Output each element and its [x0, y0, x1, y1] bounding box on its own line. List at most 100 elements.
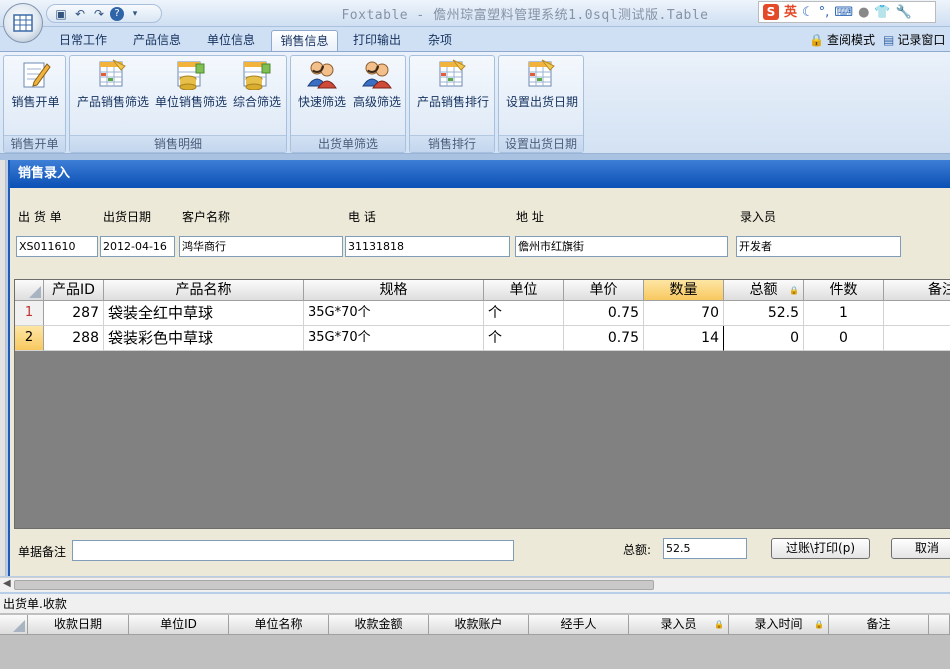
col-header-unit-price[interactable]: 单价 [564, 280, 644, 301]
help-icon[interactable]: ? [110, 6, 124, 21]
db-sheet-icon [177, 61, 205, 90]
cell-unit[interactable]: 个 [484, 301, 564, 326]
sales-order-label: 销售开单 [11, 95, 60, 109]
col-header-handler[interactable]: 经手人 [529, 615, 629, 635]
customize-icon[interactable]: ▾ [127, 6, 143, 21]
col-header-unit-name[interactable]: 单位名称 [229, 615, 329, 635]
ship-date-field[interactable]: 2012-04-16 [100, 236, 175, 257]
group-sales-detail: 产品销售筛选 单位销售筛选 综合筛选 销售明细 [69, 55, 287, 153]
post-print-button[interactable]: 过账\打印(p) [771, 538, 870, 559]
tab-print-output[interactable]: 打印输出 [344, 30, 410, 51]
group-sales-order: 销售开单 销售开单 [3, 55, 66, 153]
cell-pieces[interactable]: 0 [804, 326, 884, 351]
cell-product-name[interactable]: 袋装全红中草球 [104, 301, 304, 326]
row-number[interactable]: 1 [15, 301, 44, 326]
cell-spec[interactable]: 35G*70个 [304, 326, 484, 351]
cell-quantity[interactable]: 70 [644, 301, 724, 326]
tab-daily-work[interactable]: 日常工作 [50, 30, 116, 51]
ime-mode-label[interactable]: 英 [784, 6, 797, 19]
total-field[interactable]: 52.5 [663, 538, 747, 559]
col-header-pieces[interactable]: 件数 [804, 280, 884, 301]
skin-icon[interactable]: 👕 [874, 6, 890, 19]
quick-filter-button[interactable]: 快速筛选 [294, 58, 350, 114]
cell-pieces[interactable]: 1 [804, 301, 884, 326]
col-header-remark[interactable]: 备注 [884, 280, 950, 301]
unit-sales-filter-button[interactable]: 单位销售筛选 [154, 58, 228, 114]
tab-misc[interactable]: 杂项 [420, 30, 460, 51]
cell-remark[interactable] [884, 301, 950, 326]
user-icon[interactable]: ● [858, 6, 869, 19]
product-sales-ranking-button[interactable]: 产品销售排行 [413, 58, 493, 114]
memo-field[interactable] [72, 540, 514, 561]
horizontal-scrollbar[interactable]: ◀ [0, 577, 950, 592]
cell-product-id[interactable]: 288 [44, 326, 104, 351]
cell-product-name[interactable]: 袋装彩色中草球 [104, 326, 304, 351]
col-header-remark[interactable]: 备注 [829, 615, 929, 635]
tab-product-info[interactable]: 产品信息 [124, 30, 190, 51]
receipts-panel: 出货单.收款 收款日期 单位ID 单位名称 收款金额 收款账户 经手人 录入员 🔒… [0, 594, 950, 669]
advanced-filter-button[interactable]: 高级筛选 [349, 58, 405, 114]
users-icon [307, 59, 337, 89]
group-shipment-filter: 快速筛选 高级筛选 出货单筛选 [290, 55, 406, 153]
cell-remark[interactable] [884, 326, 950, 351]
product-sales-filter-button[interactable]: 产品销售筛选 [74, 58, 152, 114]
cell-product-id[interactable]: 287 [44, 301, 104, 326]
col-header-product-id[interactable]: 产品ID [44, 280, 104, 301]
cell-total[interactable]: 52.5 [724, 301, 804, 326]
quick-filter-label: 快速筛选 [297, 95, 346, 109]
cell-unit-price[interactable]: 0.75 [564, 301, 644, 326]
background-table-edge [0, 160, 6, 576]
cell-unit-price[interactable]: 0.75 [564, 326, 644, 351]
sales-order-button[interactable]: 销售开单 [8, 58, 63, 114]
redo-icon[interactable]: ↷ [91, 6, 107, 21]
undo-icon[interactable]: ↶ [72, 6, 88, 21]
record-window-link[interactable]: ▤ 记录窗口 [883, 31, 945, 48]
col-header-unit-id[interactable]: 单位ID [129, 615, 229, 635]
sheet-icon [439, 59, 466, 87]
order-no-field[interactable]: XS011610 [16, 236, 98, 257]
col-header-receipt-account[interactable]: 收款账户 [429, 615, 529, 635]
group-caption: 出货单筛选 [291, 135, 405, 152]
entered-by-field[interactable]: 开发者 [736, 236, 901, 257]
customer-name-field[interactable]: 鸿华商行 [179, 236, 343, 257]
col-header-receipt-date[interactable]: 收款日期 [28, 615, 129, 635]
row-number[interactable]: 2 [15, 326, 44, 351]
col-header-unit[interactable]: 单位 [484, 280, 564, 301]
scroll-left-icon[interactable]: ◀ [3, 578, 11, 589]
cancel-button[interactable]: 取消 [891, 538, 950, 559]
sales-detail-grid[interactable]: 产品ID 产品名称 规格 单位 单价 数量 总额 🔒 件数 备注 1 287 袋装… [14, 279, 950, 529]
cell-unit[interactable]: 个 [484, 326, 564, 351]
grid-corner[interactable] [0, 615, 28, 635]
punctuation-icon[interactable]: °, [819, 6, 830, 19]
keyboard-icon[interactable]: ⌨ [834, 6, 853, 19]
col-header-product-name[interactable]: 产品名称 [104, 280, 304, 301]
wrench-icon[interactable]: 🔧 [896, 6, 912, 19]
phone-field[interactable]: 31131818 [345, 236, 510, 257]
browse-mode-link[interactable]: 🔒 查阅模式 [809, 31, 875, 48]
address-field[interactable]: 儋州市红旗街 [515, 236, 728, 257]
ime-toolbar[interactable]: S 英 ☾ °, ⌨ ● 👕 🔧 [758, 1, 936, 23]
save-icon[interactable]: ▣ [53, 6, 69, 21]
window-icon: ▤ [883, 32, 895, 47]
set-ship-date-button[interactable]: 设置出货日期 [502, 58, 582, 114]
db-sheet-icon [243, 61, 271, 90]
moon-icon[interactable]: ☾ [802, 6, 814, 19]
cell-quantity-editing[interactable]: 14 [644, 326, 724, 351]
col-header-total[interactable]: 总额 🔒 [724, 280, 804, 301]
app-menu-button[interactable] [3, 3, 43, 43]
scrollbar-thumb[interactable] [14, 580, 654, 590]
cell-spec[interactable]: 35G*70个 [304, 301, 484, 326]
col-header-receipt-amount[interactable]: 收款金额 [329, 615, 429, 635]
tab-sales-info[interactable]: 销售信息 [271, 30, 338, 51]
grid-corner[interactable] [15, 280, 44, 301]
col-header-entered-by-label: 录入员 [660, 617, 697, 631]
combined-filter-button[interactable]: 综合筛选 [230, 58, 284, 114]
col-header-total-label: 总额 [749, 282, 778, 298]
col-header-entered-by[interactable]: 录入员 🔒 [629, 615, 729, 635]
col-header-quantity[interactable]: 数量 [644, 280, 724, 301]
col-header-entry-time[interactable]: 录入时间 🔒 [729, 615, 829, 635]
label-order-no: 出 货 单 [18, 210, 62, 224]
cell-total[interactable]: 0 [724, 326, 804, 351]
col-header-spec[interactable]: 规格 [304, 280, 484, 301]
tab-unit-info[interactable]: 单位信息 [198, 30, 264, 51]
